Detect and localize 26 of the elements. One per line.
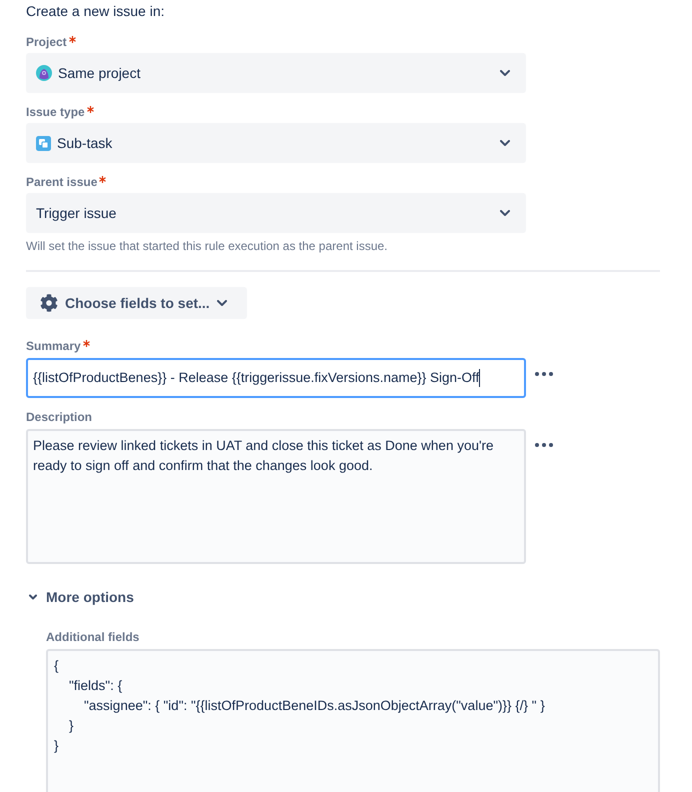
chevron-down-icon [500,210,510,216]
text-cursor-icon [479,369,480,387]
field-label: Summary [26,338,81,354]
chevron-down-icon [500,140,510,146]
helper-text: Will set the issue that started this rule execution as the parent issue. [26,238,388,254]
more-options-toggle[interactable]: More options [26,587,134,607]
project-avatar-icon [36,65,52,81]
select-field[interactable]: Same project [26,53,526,93]
chevron-down-icon [216,300,227,306]
description-textarea[interactable]: Please review linked tickets in UAT and close this ticket as Done when you're ready to sign off and confirm that the changes look good. [26,429,526,564]
ellipsis-icon[interactable] [535,443,553,447]
ellipsis-icon[interactable] [535,372,553,376]
settings-icon [40,294,58,312]
field-label: Issue type [26,104,85,120]
subtask-icon [36,136,51,150]
section-heading: Create a new issue in: [26,2,165,21]
additional-fields-textarea[interactable]: { "fields": { "assignee": { "id": "{{listOfProductBeneIDs.asJsonObjectArray("value")}} {/} " } } } [46,649,660,792]
select-field[interactable]: Sub-task [26,123,526,163]
field-label: Additional fields [46,629,140,645]
choose-fields-button[interactable]: Choose fields to set... [26,287,247,319]
chevron-down-icon [500,70,510,76]
summary-input[interactable]: {{listOfProductBenes}} - Release {{triggerissue.fixVersions.name}} Sign-Off [26,358,526,398]
field-label: Project [26,34,67,50]
field-label: Parent issue [26,174,98,190]
field-label: Description [26,409,92,425]
select-field[interactable]: Trigger issue [26,193,526,233]
